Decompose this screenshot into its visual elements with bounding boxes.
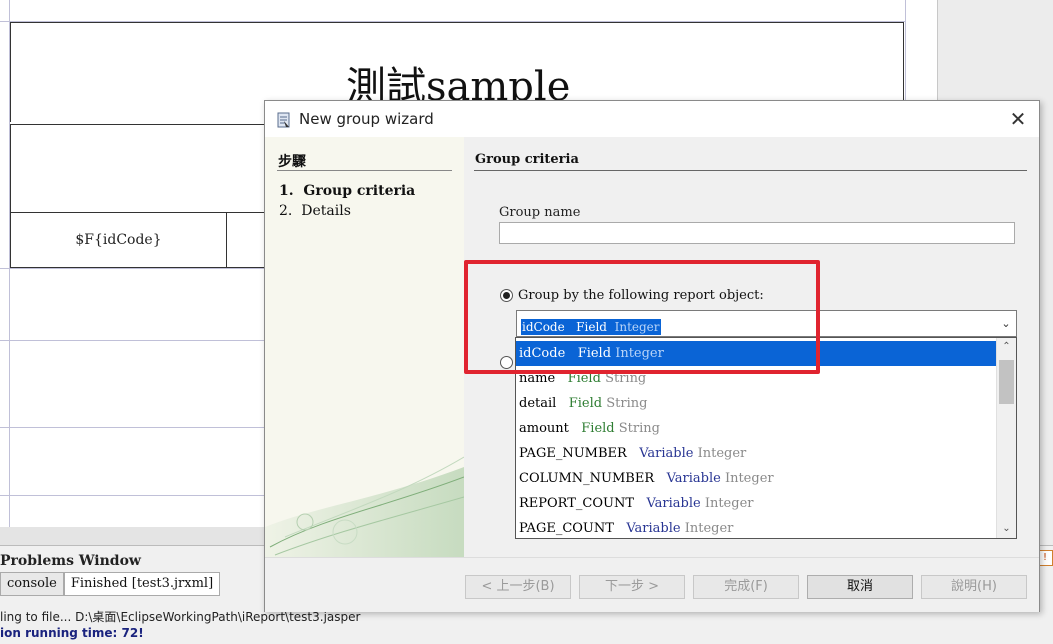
field-textfield[interactable]: $F{idCode} bbox=[10, 212, 227, 268]
item-kind: Variable bbox=[646, 496, 701, 511]
step-item-group-criteria: 1. Group criteria bbox=[279, 183, 415, 199]
ireport-app-icon bbox=[277, 112, 290, 128]
cancel-button[interactable]: 取消 bbox=[807, 575, 913, 599]
dropdown-scrollbar[interactable]: ⌃ ⌄ bbox=[996, 338, 1016, 538]
item-name: PAGE_COUNT bbox=[519, 521, 614, 536]
content-heading: Group criteria bbox=[475, 152, 579, 167]
dropdown-item-page-number[interactable]: PAGE_NUMBER Variable Integer bbox=[516, 441, 996, 466]
problems-window-title: Problems Window bbox=[0, 553, 141, 569]
scrollbar-thumb[interactable] bbox=[999, 360, 1014, 404]
item-type: String bbox=[618, 421, 660, 436]
log-line-runtime: ion running time: 72! bbox=[0, 626, 144, 640]
dropdown-item-page-count[interactable]: PAGE_COUNT Variable Integer bbox=[516, 516, 996, 538]
steps-heading: 步驟 bbox=[278, 154, 306, 170]
scroll-up-icon[interactable]: ⌃ bbox=[997, 338, 1016, 356]
finish-button[interactable]: 完成(F) bbox=[693, 575, 799, 599]
group-name-input[interactable] bbox=[499, 222, 1015, 244]
item-type: Integer bbox=[697, 446, 747, 461]
dialog-titlebar[interactable]: New group wizard ✕ bbox=[265, 101, 1039, 137]
step-number: 2. bbox=[279, 203, 293, 219]
close-icon[interactable]: ✕ bbox=[1005, 107, 1031, 131]
dropdown-item-amount[interactable]: amount Field String bbox=[516, 416, 996, 441]
item-name: PAGE_NUMBER bbox=[519, 446, 627, 461]
field-textfield-2[interactable] bbox=[227, 212, 267, 268]
step-label: Group criteria bbox=[303, 183, 416, 199]
red-highlight-annotation bbox=[464, 260, 820, 374]
step-label: Details bbox=[301, 203, 351, 219]
item-kind: Variable bbox=[666, 471, 721, 486]
item-name: detail bbox=[519, 396, 557, 411]
item-kind: Variable bbox=[639, 446, 694, 461]
item-type: Integer bbox=[724, 471, 774, 486]
back-button[interactable]: < 上一步(B) bbox=[465, 575, 571, 599]
item-name: amount bbox=[519, 421, 569, 436]
item-kind: Field bbox=[581, 421, 615, 436]
dropdown-item-column-number[interactable]: COLUMN_NUMBER Variable Integer bbox=[516, 466, 996, 491]
item-name: REPORT_COUNT bbox=[519, 496, 635, 511]
wizard-button-bar: < 上一步(B) 下一步 > 完成(F) 取消 說明(H) bbox=[265, 557, 1039, 612]
tab-console[interactable]: console bbox=[0, 572, 64, 596]
item-type: Integer bbox=[704, 496, 754, 511]
item-name: COLUMN_NUMBER bbox=[519, 471, 655, 486]
tab-finished[interactable]: Finished [test3.jrxml] bbox=[63, 572, 221, 596]
item-kind: Variable bbox=[626, 521, 681, 536]
dropdown-item-detail[interactable]: detail Field String bbox=[516, 391, 996, 416]
output-tabs: console Finished [test3.jrxml] bbox=[0, 572, 221, 596]
margin-guide bbox=[905, 0, 906, 100]
group-name-label: Group name bbox=[499, 205, 581, 220]
step-item-details: 2. Details bbox=[279, 203, 351, 219]
decorative-swirl-graphic bbox=[265, 456, 464, 557]
step-number: 1. bbox=[279, 183, 294, 199]
dropdown-item-report-count[interactable]: REPORT_COUNT Variable Integer bbox=[516, 491, 996, 516]
wizard-steps-panel: 步驟 1. Group criteria 2. Details bbox=[265, 137, 464, 557]
dialog-title: New group wizard bbox=[299, 110, 434, 128]
scroll-down-icon[interactable]: ⌄ bbox=[997, 520, 1016, 538]
help-button[interactable]: 說明(H) bbox=[921, 575, 1027, 599]
next-button[interactable]: 下一步 > bbox=[579, 575, 685, 599]
item-type: String bbox=[606, 396, 648, 411]
item-kind: Field bbox=[568, 396, 603, 411]
chevron-down-icon[interactable]: ⌄ bbox=[996, 311, 1016, 336]
item-type: Integer bbox=[684, 521, 734, 536]
steps-divider bbox=[277, 170, 452, 171]
content-divider bbox=[474, 170, 1027, 171]
